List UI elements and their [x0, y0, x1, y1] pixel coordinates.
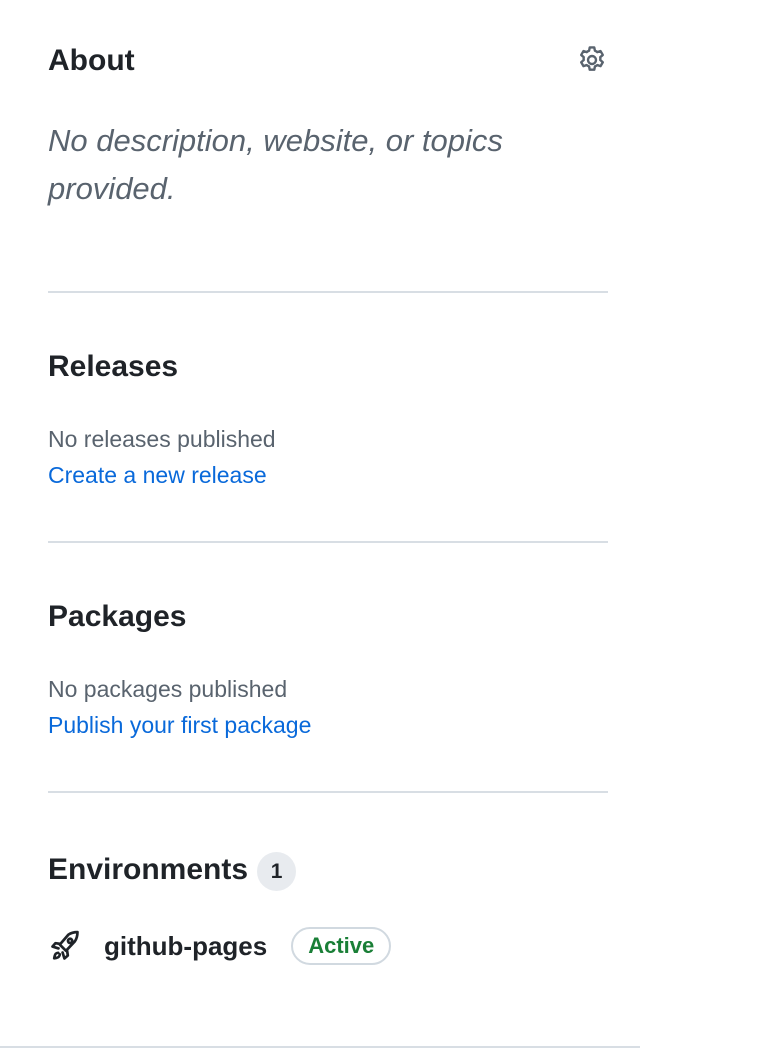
- repository-sidebar: About No description, website, or topics…: [48, 0, 608, 793]
- packages-heading: Packages: [48, 600, 187, 633]
- releases-heading: Releases: [48, 350, 179, 383]
- publish-package-link[interactable]: Publish your first package: [48, 710, 311, 740]
- environments-header: Environments 1: [48, 848, 297, 891]
- packages-status: No packages published: [48, 676, 288, 702]
- rocket-icon: [48, 929, 82, 963]
- about-description: No description, website, or topics provi…: [48, 123, 503, 206]
- environment-name-link[interactable]: github-pages: [104, 931, 267, 962]
- section-divider: [0, 1046, 640, 1048]
- gear-icon: [580, 46, 604, 71]
- releases-status: No releases published: [48, 426, 276, 452]
- about-section: About No description, website, or topics…: [48, 0, 608, 293]
- environments-count-badge: 1: [257, 852, 297, 891]
- about-heading: About: [48, 44, 135, 77]
- create-release-link[interactable]: Create a new release: [48, 460, 267, 490]
- environment-item: github-pages Active: [48, 925, 392, 967]
- packages-section: Packages No packages published Publish y…: [48, 543, 608, 793]
- environments-heading[interactable]: Environments: [48, 851, 248, 889]
- releases-section: Releases No releases published Create a …: [48, 293, 608, 543]
- environment-status-badge: Active: [291, 927, 392, 965]
- about-settings-button[interactable]: [575, 43, 609, 77]
